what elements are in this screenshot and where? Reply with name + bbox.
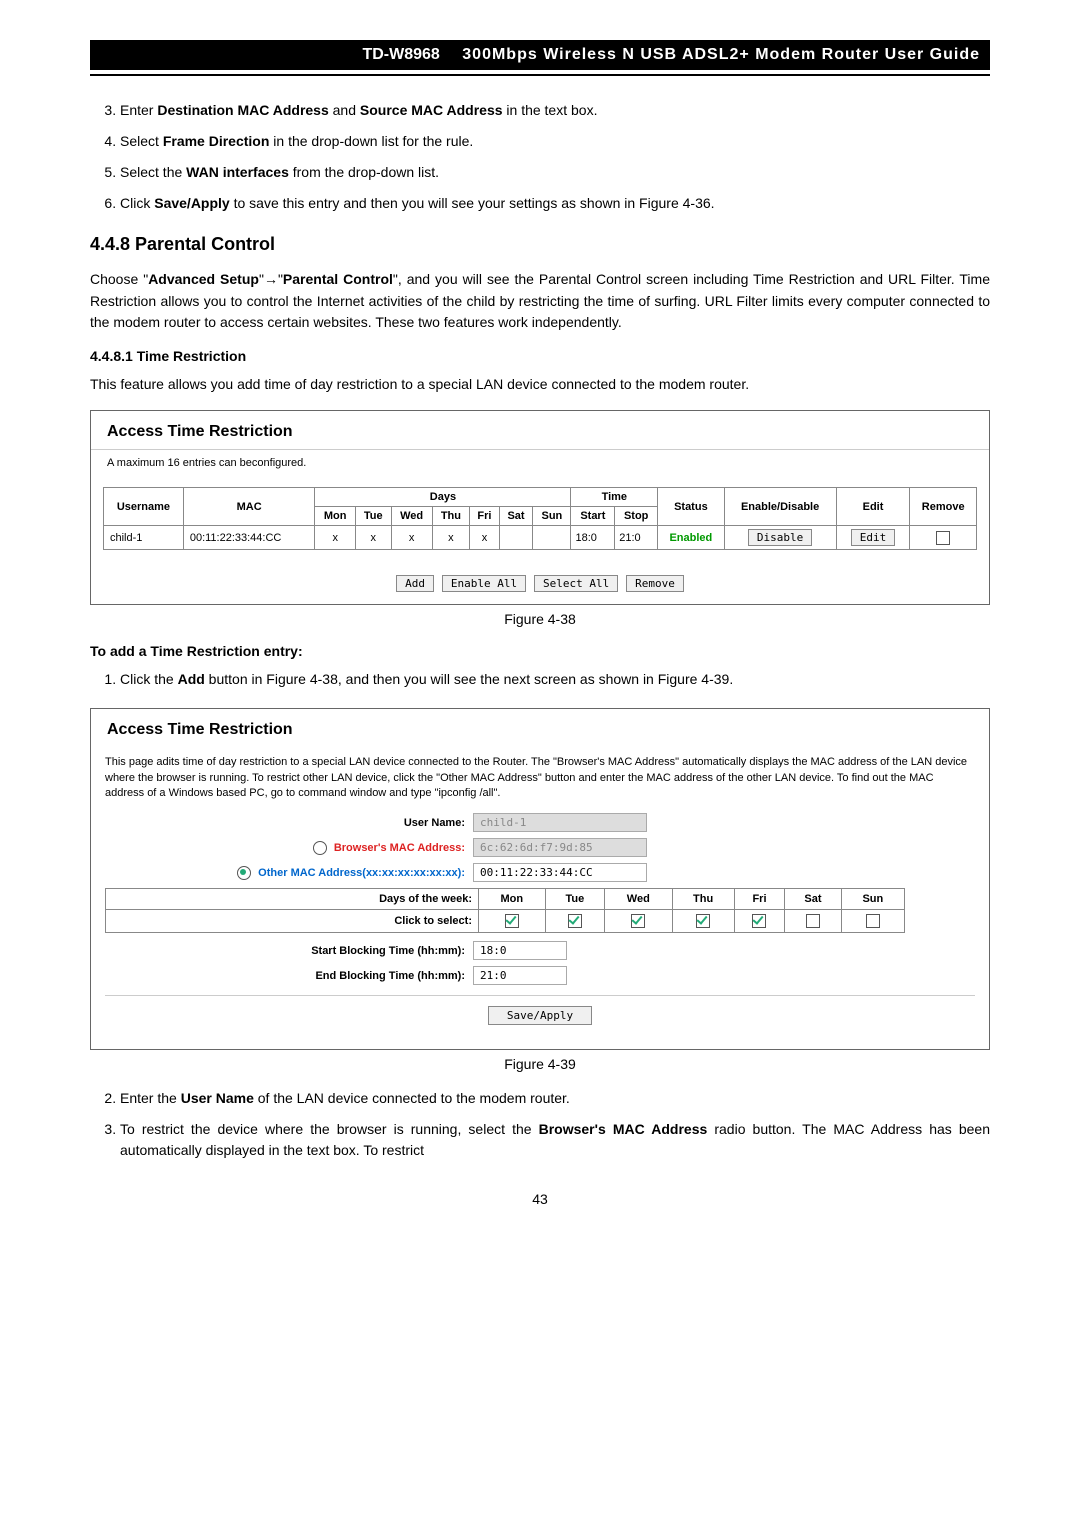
step-5: Select the WAN interfaces from the drop-… — [120, 162, 990, 183]
save-apply-button[interactable]: Save/Apply — [488, 1006, 592, 1025]
browser-mac-label: Browser's MAC Address: — [105, 841, 473, 855]
bottom-step-2: Enter the User Name of the LAN device co… — [120, 1088, 990, 1109]
figure-4-39: Access Time Restriction This page adits … — [90, 708, 990, 1050]
add-button[interactable]: Add — [396, 575, 434, 592]
header-model: TD-W8968 — [362, 46, 439, 63]
sat-checkbox[interactable] — [806, 914, 820, 928]
select-all-button[interactable]: Select All — [534, 575, 618, 592]
days-of-week-label: Days of the week: — [106, 889, 479, 910]
other-mac-radio[interactable] — [237, 866, 251, 880]
end-blocking-input[interactable]: 21:0 — [473, 966, 567, 985]
browser-mac-radio[interactable] — [313, 841, 327, 855]
mon-checkbox[interactable] — [505, 914, 519, 928]
add-step-1: Click the Add button in Figure 4-38, and… — [120, 669, 990, 690]
fri-checkbox[interactable] — [752, 914, 766, 928]
fig39-caption: Figure 4-39 — [90, 1056, 990, 1072]
step-3: Enter Destination MAC Address and Source… — [120, 100, 990, 121]
section-heading: 4.4.8 Parental Control — [90, 234, 990, 255]
subsection-para: This feature allows you add time of day … — [90, 374, 990, 396]
enable-all-button[interactable]: Enable All — [442, 575, 526, 592]
step-6: Click Save/Apply to save this entry and … — [120, 193, 990, 214]
fig38-subtitle: A maximum 16 entries can beconfigured. — [91, 449, 989, 481]
fig38-button-row: Add Enable All Select All Remove — [91, 564, 989, 604]
remove-checkbox[interactable] — [936, 531, 950, 545]
fig38-caption: Figure 4-38 — [90, 611, 990, 627]
col-status: Status — [658, 488, 724, 526]
fig39-title: Access Time Restriction — [91, 709, 989, 747]
col-days: Days — [315, 488, 571, 507]
username-input[interactable]: child-1 — [473, 813, 647, 832]
cell-status: Enabled — [658, 526, 724, 550]
username-label: User Name: — [105, 817, 473, 829]
sun-checkbox[interactable] — [866, 914, 880, 928]
figure-4-38: Access Time Restriction A maximum 16 ent… — [90, 410, 990, 605]
disable-button[interactable]: Disable — [748, 529, 812, 546]
start-blocking-input[interactable]: 18:0 — [473, 941, 567, 960]
other-mac-input[interactable]: 00:11:22:33:44:CC — [473, 863, 647, 882]
col-mac: MAC — [183, 488, 315, 526]
wed-checkbox[interactable] — [631, 914, 645, 928]
thu-checkbox[interactable] — [696, 914, 710, 928]
bottom-step-3: To restrict the device where the browser… — [120, 1119, 990, 1161]
click-to-select-label: Click to select: — [106, 910, 479, 933]
other-mac-label: Other MAC Address(xx:xx:xx:xx:xx:xx): — [105, 866, 473, 880]
days-table: Days of the week: Mon Tue Wed Thu Fri Sa… — [105, 888, 905, 933]
doc-header: TD-W8968 300Mbps Wireless N USB ADSL2+ M… — [90, 40, 990, 70]
tue-checkbox[interactable] — [568, 914, 582, 928]
header-title: 300Mbps Wireless N USB ADSL2+ Modem Rout… — [462, 46, 980, 63]
col-remove: Remove — [910, 488, 977, 526]
table-row: child-1 00:11:22:33:44:CC x x x x x 18:0… — [104, 526, 977, 550]
fig38-table: Username MAC Days Time Status Enable/Dis… — [103, 487, 977, 550]
col-edit: Edit — [836, 488, 910, 526]
bottom-ordered-list: Enter the User Name of the LAN device co… — [90, 1088, 990, 1161]
header-underline — [90, 74, 990, 76]
top-ordered-list: Enter Destination MAC Address and Source… — [90, 100, 990, 214]
add-entry-list: Click the Add button in Figure 4-38, and… — [90, 669, 990, 690]
fig38-title: Access Time Restriction — [91, 411, 989, 449]
col-enabledisable: Enable/Disable — [724, 488, 836, 526]
remove-button[interactable]: Remove — [626, 575, 684, 592]
add-entry-heading: To add a Time Restriction entry: — [90, 643, 990, 659]
page-number: 43 — [90, 1191, 990, 1207]
fig39-desc: This page adits time of day restriction … — [105, 755, 975, 801]
section-para: Choose "Advanced Setup"→"Parental Contro… — [90, 269, 990, 334]
col-time: Time — [571, 488, 658, 507]
edit-button[interactable]: Edit — [851, 529, 896, 546]
cell-username: child-1 — [104, 526, 184, 550]
browser-mac-input[interactable]: 6c:62:6d:f7:9d:85 — [473, 838, 647, 857]
subsection-heading: 4.4.8.1 Time Restriction — [90, 348, 990, 364]
end-blocking-label: End Blocking Time (hh:mm): — [105, 970, 473, 982]
cell-mac: 00:11:22:33:44:CC — [183, 526, 315, 550]
step-4: Select Frame Direction in the drop-down … — [120, 131, 990, 152]
start-blocking-label: Start Blocking Time (hh:mm): — [105, 945, 473, 957]
col-username: Username — [104, 488, 184, 526]
